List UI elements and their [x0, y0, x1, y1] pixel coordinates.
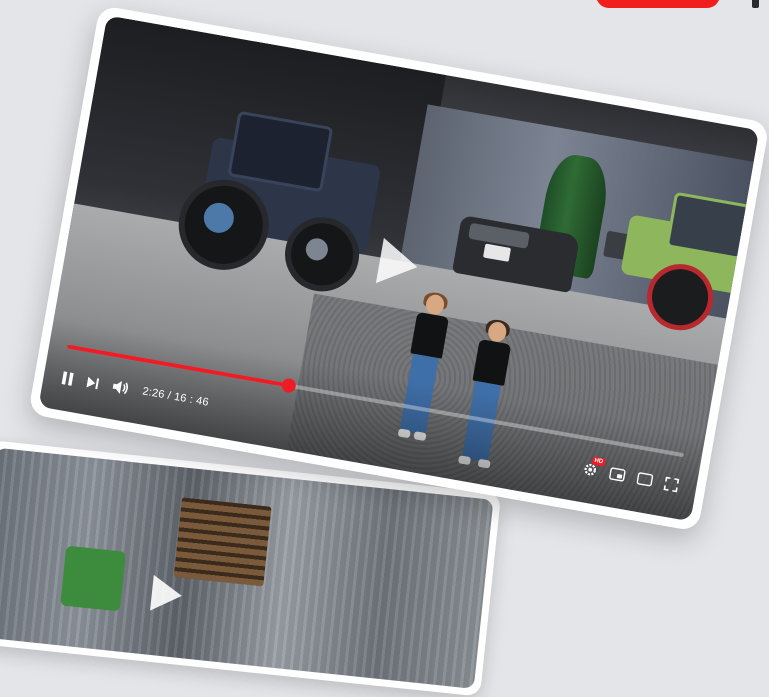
- secondary-video-thumbnail[interactable]: [0, 447, 494, 689]
- progress-scrubber[interactable]: [281, 377, 298, 394]
- miniplayer-icon[interactable]: [608, 467, 626, 483]
- pause-icon[interactable]: [61, 370, 75, 386]
- controls-right: HD: [582, 456, 680, 493]
- secondary-play-icon[interactable]: [150, 574, 184, 614]
- fullscreen-icon[interactable]: [663, 476, 680, 492]
- video-player[interactable]: 2:26 / 16 : 46 HD: [38, 15, 760, 522]
- play-overlay-icon[interactable]: [376, 237, 422, 290]
- time-current: 2:26: [141, 385, 166, 402]
- next-icon[interactable]: [86, 376, 100, 389]
- subscribe-button-partial[interactable]: [596, 0, 720, 8]
- gear-icon[interactable]: HD: [582, 456, 606, 478]
- top-menu-mark: [752, 0, 759, 8]
- thumbnail-machine: [60, 545, 127, 612]
- time-display: 2:26 / 16 : 46: [142, 385, 210, 408]
- volume-icon[interactable]: [112, 379, 130, 396]
- controls-left: 2:26 / 16 : 46: [61, 370, 210, 410]
- thumbnail-pallet: [173, 497, 272, 587]
- scene-blue-tractor: [170, 104, 387, 304]
- main-video-card: 2:26 / 16 : 46 HD: [27, 5, 769, 532]
- theater-icon[interactable]: [636, 472, 654, 488]
- time-total: 16 : 46: [173, 390, 210, 409]
